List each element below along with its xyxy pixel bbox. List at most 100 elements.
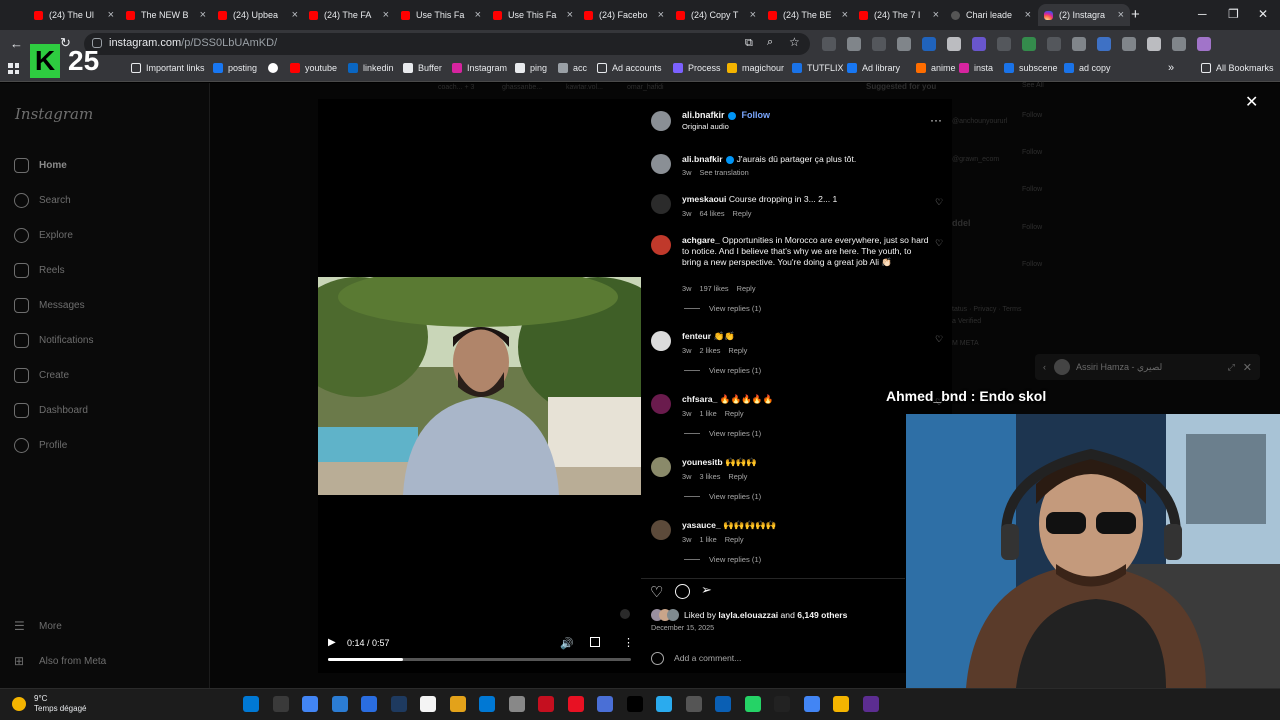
taskbar-app-icon[interactable]: [390, 696, 407, 712]
bookmark-item[interactable]: acc: [558, 63, 587, 73]
extension-icon[interactable]: [1072, 37, 1086, 51]
zoom-icon[interactable]: ⌕: [767, 36, 773, 49]
see-all-link[interactable]: See All: [1022, 82, 1044, 89]
extension-icon[interactable]: [1147, 37, 1161, 51]
tab-close-icon[interactable]: ×: [108, 9, 114, 21]
view-replies-link[interactable]: View replies (1): [684, 304, 761, 313]
extension-icon[interactable]: [1172, 37, 1186, 51]
browser-tab[interactable]: Chari leade ×: [945, 4, 1037, 26]
liked-by-user[interactable]: layla.elouazzai: [718, 610, 778, 620]
browser-tab[interactable]: Use This Fa ×: [395, 4, 487, 26]
bookmark-item[interactable]: Ad accounts: [597, 63, 662, 73]
sidebar-item-search[interactable]: Search: [14, 193, 71, 208]
taskbar-app-icon[interactable]: [803, 696, 820, 712]
commenter-avatar[interactable]: [651, 331, 671, 351]
like-heart-icon[interactable]: ♡: [650, 583, 663, 601]
bookmark-item[interactable]: youtube: [290, 63, 337, 73]
taskbar-app-icon[interactable]: [479, 696, 495, 712]
commenter-avatar[interactable]: [651, 520, 671, 540]
mute-toggle-icon[interactable]: [620, 609, 630, 619]
sidebar-item-messages[interactable]: Messages: [14, 298, 85, 313]
comment-username[interactable]: yasauce_: [682, 520, 721, 530]
bookmark-item[interactable]: insta: [959, 63, 993, 73]
extension-icon[interactable]: [947, 37, 961, 51]
browser-tab[interactable]: (24) Facebo ×: [578, 4, 670, 26]
view-replies-link[interactable]: View replies (1): [684, 366, 761, 375]
taskbar-app-icon[interactable]: [302, 696, 318, 712]
restore-icon[interactable]: ❐: [1228, 7, 1239, 21]
url-text[interactable]: instagram.com/p/DSS0LbUAmKD/: [109, 37, 277, 49]
bookmark-item[interactable]: Important links: [131, 63, 205, 73]
original-audio-link[interactable]: Original audio: [682, 122, 729, 131]
author-username[interactable]: ali.bnafkir: [682, 110, 725, 120]
mini-player-close-icon[interactable]: ✕: [1243, 361, 1252, 374]
mini-player[interactable]: ‹ Assiri Hamza - لصيري ⤢ ✕: [1035, 354, 1260, 380]
extension-icon[interactable]: [997, 37, 1011, 51]
follow-suggestion-button[interactable]: Follow: [1022, 186, 1042, 193]
comment-username[interactable]: younesitb: [682, 457, 723, 467]
bookmark-item[interactable]: ping: [515, 63, 547, 73]
video-options-icon[interactable]: ⋮: [623, 636, 634, 649]
tab-close-icon[interactable]: ×: [1025, 9, 1031, 21]
tab-close-icon[interactable]: ×: [1118, 9, 1124, 21]
extension-icon[interactable]: [1197, 37, 1211, 51]
liked-by-count[interactable]: 6,149 others: [797, 610, 847, 620]
share-send-icon[interactable]: ➢: [701, 582, 712, 598]
play-icon[interactable]: ▶: [328, 637, 336, 648]
video-frame[interactable]: [318, 277, 641, 495]
sidebar-item-reels[interactable]: Reels: [14, 263, 65, 278]
comment-username[interactable]: fenteur: [682, 331, 711, 341]
comment-like-heart-icon[interactable]: ♡: [935, 238, 943, 249]
browser-tab[interactable]: (24) Upbea ×: [212, 4, 304, 26]
comment-username[interactable]: achgare_: [682, 235, 720, 245]
bookmark-item[interactable]: [268, 63, 283, 73]
browser-tab[interactable]: (24) The FA ×: [303, 4, 395, 26]
browser-tab[interactable]: (24) The 7 I ×: [853, 4, 945, 26]
bookmarks-overflow-icon[interactable]: »: [1168, 62, 1174, 74]
tab-close-icon[interactable]: ×: [200, 9, 206, 21]
comment-reply-button[interactable]: Reply: [725, 535, 744, 544]
extension-icon[interactable]: [922, 37, 936, 51]
view-replies-link[interactable]: View replies (1): [684, 492, 761, 501]
bookmark-item[interactable]: magichour: [727, 63, 784, 73]
tab-close-icon[interactable]: ×: [933, 9, 939, 21]
taskbar-app-icon[interactable]: [715, 696, 731, 712]
extension-icon[interactable]: [897, 37, 911, 51]
comment-like-heart-icon[interactable]: ♡: [935, 197, 943, 208]
view-replies-link[interactable]: View replies (1): [684, 429, 761, 438]
tab-close-icon[interactable]: ×: [292, 9, 298, 21]
follow-suggestion-button[interactable]: Follow: [1022, 149, 1042, 156]
follow-suggestion-button[interactable]: Follow: [1022, 224, 1042, 231]
browser-tab[interactable]: (2) Instagra ×: [1038, 4, 1130, 26]
browser-tab[interactable]: Use This Fa ×: [487, 4, 579, 26]
tab-close-icon[interactable]: ×: [842, 9, 848, 21]
taskbar-app-icon[interactable]: [774, 696, 790, 712]
comment-likes[interactable]: 197 likes: [699, 284, 728, 293]
bookmark-item[interactable]: posting: [213, 63, 257, 73]
sidebar-item-also-from-meta[interactable]: ⊞ Also from Meta: [14, 654, 106, 668]
sidebar-item-explore[interactable]: Explore: [14, 228, 73, 243]
instagram-logo[interactable]: Instagram: [15, 105, 93, 123]
tab-close-icon[interactable]: ×: [750, 9, 756, 21]
extension-icon[interactable]: [972, 37, 986, 51]
back-arrow-icon[interactable]: ←: [10, 36, 23, 51]
close-post-icon[interactable]: ✕: [1245, 92, 1258, 112]
taskbar-app-icon[interactable]: [567, 696, 584, 712]
extension-icon[interactable]: [1022, 37, 1036, 51]
tab-close-icon[interactable]: ×: [475, 9, 481, 21]
install-icon[interactable]: ⧉: [745, 37, 753, 50]
extension-icon[interactable]: [847, 37, 861, 51]
tab-close-icon[interactable]: ×: [567, 9, 573, 21]
mini-player-back-icon[interactable]: ‹: [1043, 362, 1046, 372]
taskbar-app-icon[interactable]: [538, 696, 554, 712]
minimize-icon[interactable]: ─: [1198, 7, 1207, 21]
commenter-avatar[interactable]: [651, 394, 671, 414]
sidebar-item-dashboard[interactable]: Dashboard: [14, 403, 88, 418]
sidebar-item-profile[interactable]: Profile: [14, 438, 67, 453]
sidebar-item-create[interactable]: Create: [14, 368, 69, 383]
comment-reply-button[interactable]: Reply: [733, 209, 752, 218]
bookmark-item[interactable]: TUTFLIX: [792, 63, 844, 73]
browser-tab[interactable]: The NEW B ×: [120, 4, 212, 26]
bookmark-star-icon[interactable]: ☆: [789, 35, 800, 49]
taskbar-app-icon[interactable]: [272, 696, 289, 712]
